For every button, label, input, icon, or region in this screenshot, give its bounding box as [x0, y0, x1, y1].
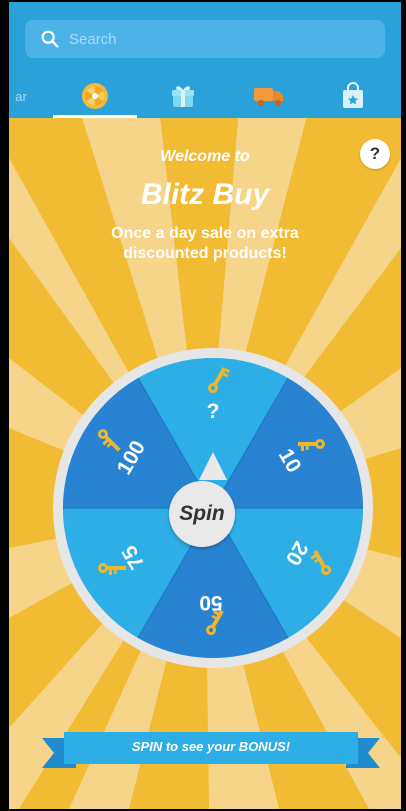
search-field[interactable]: Search — [25, 20, 385, 58]
tab-gift[interactable] — [163, 74, 203, 118]
tab-bag[interactable] — [333, 74, 373, 118]
welcome-text: Welcome to — [160, 148, 250, 165]
page-title: Blitz Buy — [140, 178, 270, 211]
tab-partial-label: ar — [15, 88, 27, 104]
tab-shipping[interactable] — [247, 74, 291, 118]
tab-spin-wheel[interactable] — [75, 74, 115, 118]
shopping-bag-icon — [343, 82, 363, 108]
app-screen: Search ar Welcome to Blitz Buy Once a da… — [9, 2, 401, 809]
page-subtitle: Once a day sale on extra discounted prod… — [111, 225, 299, 262]
bonus-banner-text: SPIN to see your BONUS! — [131, 739, 291, 754]
tab-partial[interactable]: ar — [9, 74, 33, 118]
truck-icon — [254, 88, 283, 107]
device-frame: Search ar Welcome to Blitz Buy Once a da… — [0, 0, 406, 811]
top-bar: Search ar — [9, 2, 401, 118]
gift-icon — [172, 86, 194, 107]
spin-button[interactable]: Spin — [169, 481, 235, 547]
search-icon — [41, 30, 59, 48]
help-button[interactable]: ? — [360, 139, 390, 169]
search-placeholder: Search — [69, 30, 117, 48]
tab-bar: ar — [9, 74, 401, 118]
wheel-label-question: ? — [207, 400, 220, 423]
spin-wheel-icon — [82, 83, 108, 109]
wheel-label-50: 50 — [199, 591, 222, 614]
